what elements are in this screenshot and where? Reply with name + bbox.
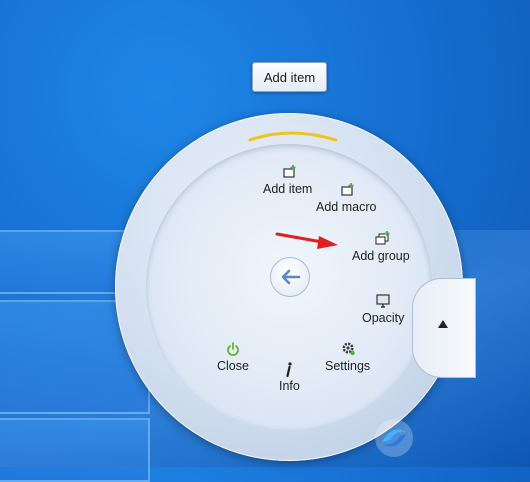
menu-item-label: Add macro: [316, 200, 377, 214]
menu-item-label: Opacity: [362, 311, 405, 325]
back-arrow-icon: [281, 269, 301, 285]
menu-item-settings[interactable]: Settings: [325, 341, 370, 373]
watermark-swirl-icon: [375, 418, 413, 457]
back-button[interactable]: [270, 257, 310, 297]
menu-item-add-macro[interactable]: Add macro: [316, 182, 376, 214]
expand-tab[interactable]: [412, 278, 476, 378]
gear-icon: [342, 342, 355, 356]
menu-item-opacity[interactable]: Opacity: [362, 293, 404, 325]
triangle-up-icon[interactable]: [438, 320, 448, 328]
menu-item-label: Info: [279, 379, 300, 393]
menu-item-info[interactable]: Info: [279, 361, 300, 393]
menu-item-label: Add item: [263, 182, 313, 196]
windows-logo-pane: [0, 418, 150, 482]
add-group-icon: [375, 231, 390, 245]
monitor-icon: [376, 294, 390, 308]
menu-item-close[interactable]: Close: [217, 341, 249, 373]
power-icon: [227, 342, 239, 356]
menu-item-label: Close: [217, 359, 249, 373]
watermark-logo: [372, 408, 530, 467]
add-item-tooltip: Add item: [252, 62, 327, 92]
menu-item-label: Add group: [352, 249, 410, 263]
menu-item-add-item[interactable]: Add item: [263, 164, 312, 196]
menu-item-label: Settings: [325, 359, 371, 373]
menu-item-add-group[interactable]: Add group: [352, 231, 410, 263]
info-icon: [286, 362, 293, 377]
add-item-icon: [283, 165, 296, 178]
add-macro-icon: [341, 183, 354, 196]
